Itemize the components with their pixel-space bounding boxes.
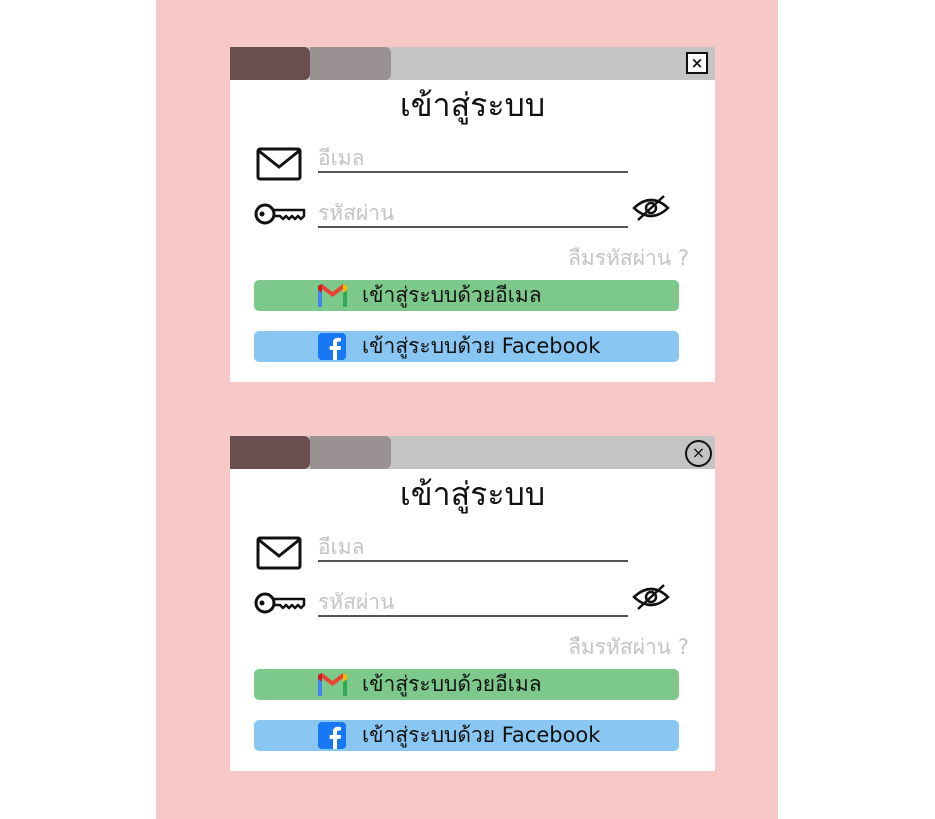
titlebar-tab-primary[interactable] bbox=[230, 436, 310, 469]
mail-icon bbox=[256, 536, 302, 570]
dialog-title: เข้าสู่ระบบ bbox=[399, 475, 546, 513]
close-icon[interactable]: × bbox=[686, 52, 708, 74]
login-with-facebook-button[interactable]: เข้าสู่ระบบด้วย Facebook bbox=[254, 720, 679, 751]
facebook-icon bbox=[318, 722, 346, 749]
key-icon bbox=[254, 203, 306, 225]
login-with-email-button[interactable]: เข้าสู่ระบบด้วยอีเมล bbox=[254, 669, 679, 700]
login-with-email-label: เข้าสู่ระบบด้วยอีเมล bbox=[362, 283, 542, 307]
gmail-icon bbox=[318, 673, 347, 696]
forgot-password-link[interactable]: ลืมรหัสผ่าน ? bbox=[568, 242, 689, 275]
login-dialog-square-close: × เข้าสู่ระบบ ลืมรหัสผ่าน ? เข้าสู่ระบบด… bbox=[230, 47, 715, 382]
login-with-facebook-label: เข้าสู่ระบบด้วย Facebook bbox=[362, 723, 601, 747]
forgot-password-link[interactable]: ลืมรหัสผ่าน ? bbox=[568, 631, 689, 664]
email-input[interactable] bbox=[318, 145, 628, 173]
close-icon[interactable]: × bbox=[685, 440, 712, 467]
titlebar-tab-secondary[interactable] bbox=[310, 436, 391, 469]
email-input[interactable] bbox=[318, 534, 628, 562]
dialog-titlebar: × bbox=[230, 436, 715, 469]
gmail-icon bbox=[318, 284, 347, 307]
titlebar-tab-primary[interactable] bbox=[230, 47, 310, 80]
login-dialog-circle-close: × เข้าสู่ระบบ ลืมรหัสผ่าน ? เข้าสู่ระบบด… bbox=[230, 436, 715, 771]
login-with-email-button[interactable]: เข้าสู่ระบบด้วยอีเมล bbox=[254, 280, 679, 311]
eye-off-icon[interactable] bbox=[632, 583, 670, 611]
dialog-title: เข้าสู่ระบบ bbox=[399, 86, 546, 124]
mail-icon bbox=[256, 147, 302, 181]
password-input[interactable] bbox=[318, 589, 628, 617]
login-with-email-label: เข้าสู่ระบบด้วยอีเมล bbox=[362, 672, 542, 696]
login-with-facebook-label: เข้าสู่ระบบด้วย Facebook bbox=[362, 334, 601, 358]
key-icon bbox=[254, 592, 306, 614]
eye-off-icon[interactable] bbox=[632, 194, 670, 222]
login-with-facebook-button[interactable]: เข้าสู่ระบบด้วย Facebook bbox=[254, 331, 679, 362]
titlebar-tab-secondary[interactable] bbox=[310, 47, 391, 80]
password-input[interactable] bbox=[318, 200, 628, 228]
facebook-icon bbox=[318, 333, 346, 360]
dialog-titlebar: × bbox=[230, 47, 715, 80]
